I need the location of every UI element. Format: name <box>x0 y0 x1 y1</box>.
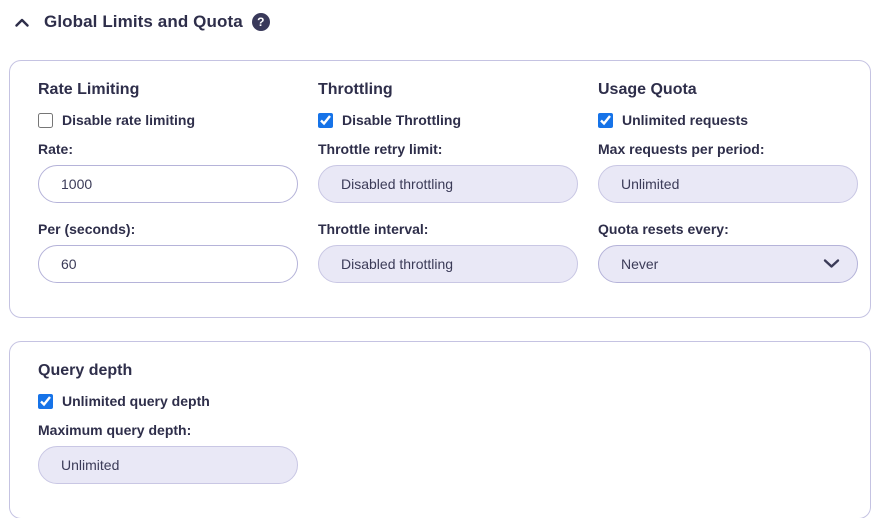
quota-resets-field: Quota resets every: Never <box>598 221 878 283</box>
usage-quota-heading: Usage Quota <box>598 81 878 99</box>
rate-input[interactable] <box>38 165 298 203</box>
quota-resets-select[interactable]: Never <box>598 245 858 283</box>
chevron-down-icon <box>823 256 840 272</box>
throttle-interval-label: Throttle interval: <box>318 221 598 237</box>
throttle-retry-limit-input <box>318 165 578 203</box>
limits-card: Rate Limiting Disable rate limiting Rate… <box>9 60 871 318</box>
per-seconds-input[interactable] <box>38 245 298 283</box>
page-title: Global Limits and Quota <box>44 12 243 32</box>
query-depth-heading: Query depth <box>38 362 850 380</box>
max-query-depth-label: Maximum query depth: <box>38 422 850 438</box>
unlimited-query-depth-row: Unlimited query depth <box>38 393 850 409</box>
throttling-heading: Throttling <box>318 81 598 99</box>
disable-rate-limiting-checkbox[interactable] <box>38 113 53 128</box>
throttle-interval-field: Throttle interval: <box>318 221 598 283</box>
per-seconds-label: Per (seconds): <box>38 221 318 237</box>
throttle-retry-limit-field: Throttle retry limit: <box>318 141 598 203</box>
max-query-depth-input <box>38 446 298 484</box>
unlimited-query-depth-checkbox[interactable] <box>38 394 53 409</box>
per-seconds-field: Per (seconds): <box>38 221 318 283</box>
section-header: Global Limits and Quota ? <box>0 8 885 34</box>
usage-quota-column: Usage Quota Unlimited requests Max reque… <box>598 81 878 283</box>
query-depth-column: Query depth Unlimited query depth Maximu… <box>38 362 850 484</box>
disable-throttling-checkbox[interactable] <box>318 113 333 128</box>
max-requests-field: Max requests per period: <box>598 141 878 203</box>
disable-throttling-row: Disable Throttling <box>318 112 598 128</box>
throttling-column: Throttling Disable Throttling Throttle r… <box>318 81 598 283</box>
unlimited-requests-label[interactable]: Unlimited requests <box>622 112 748 128</box>
max-query-depth-field: Maximum query depth: <box>38 422 850 484</box>
query-depth-card: Query depth Unlimited query depth Maximu… <box>9 341 871 518</box>
unlimited-query-depth-label[interactable]: Unlimited query depth <box>62 393 210 409</box>
rate-limiting-column: Rate Limiting Disable rate limiting Rate… <box>38 81 318 283</box>
global-limits-page: Global Limits and Quota ? Rate Limiting … <box>0 0 885 518</box>
quota-resets-label: Quota resets every: <box>598 221 878 237</box>
max-requests-input <box>598 165 858 203</box>
disable-rate-limiting-label[interactable]: Disable rate limiting <box>62 112 195 128</box>
limits-card-grid: Rate Limiting Disable rate limiting Rate… <box>38 81 850 283</box>
throttle-interval-input <box>318 245 578 283</box>
disable-throttling-label[interactable]: Disable Throttling <box>342 112 461 128</box>
chevron-up-icon <box>15 15 29 30</box>
rate-label: Rate: <box>38 141 318 157</box>
throttle-retry-limit-label: Throttle retry limit: <box>318 141 598 157</box>
disable-rate-limiting-row: Disable rate limiting <box>38 112 318 128</box>
unlimited-requests-row: Unlimited requests <box>598 112 878 128</box>
unlimited-requests-checkbox[interactable] <box>598 113 613 128</box>
collapse-section-button[interactable] <box>10 10 34 34</box>
quota-resets-selected-value: Never <box>621 256 658 272</box>
rate-field: Rate: <box>38 141 318 203</box>
max-requests-label: Max requests per period: <box>598 141 878 157</box>
help-icon[interactable]: ? <box>252 13 270 31</box>
rate-limiting-heading: Rate Limiting <box>38 81 318 99</box>
